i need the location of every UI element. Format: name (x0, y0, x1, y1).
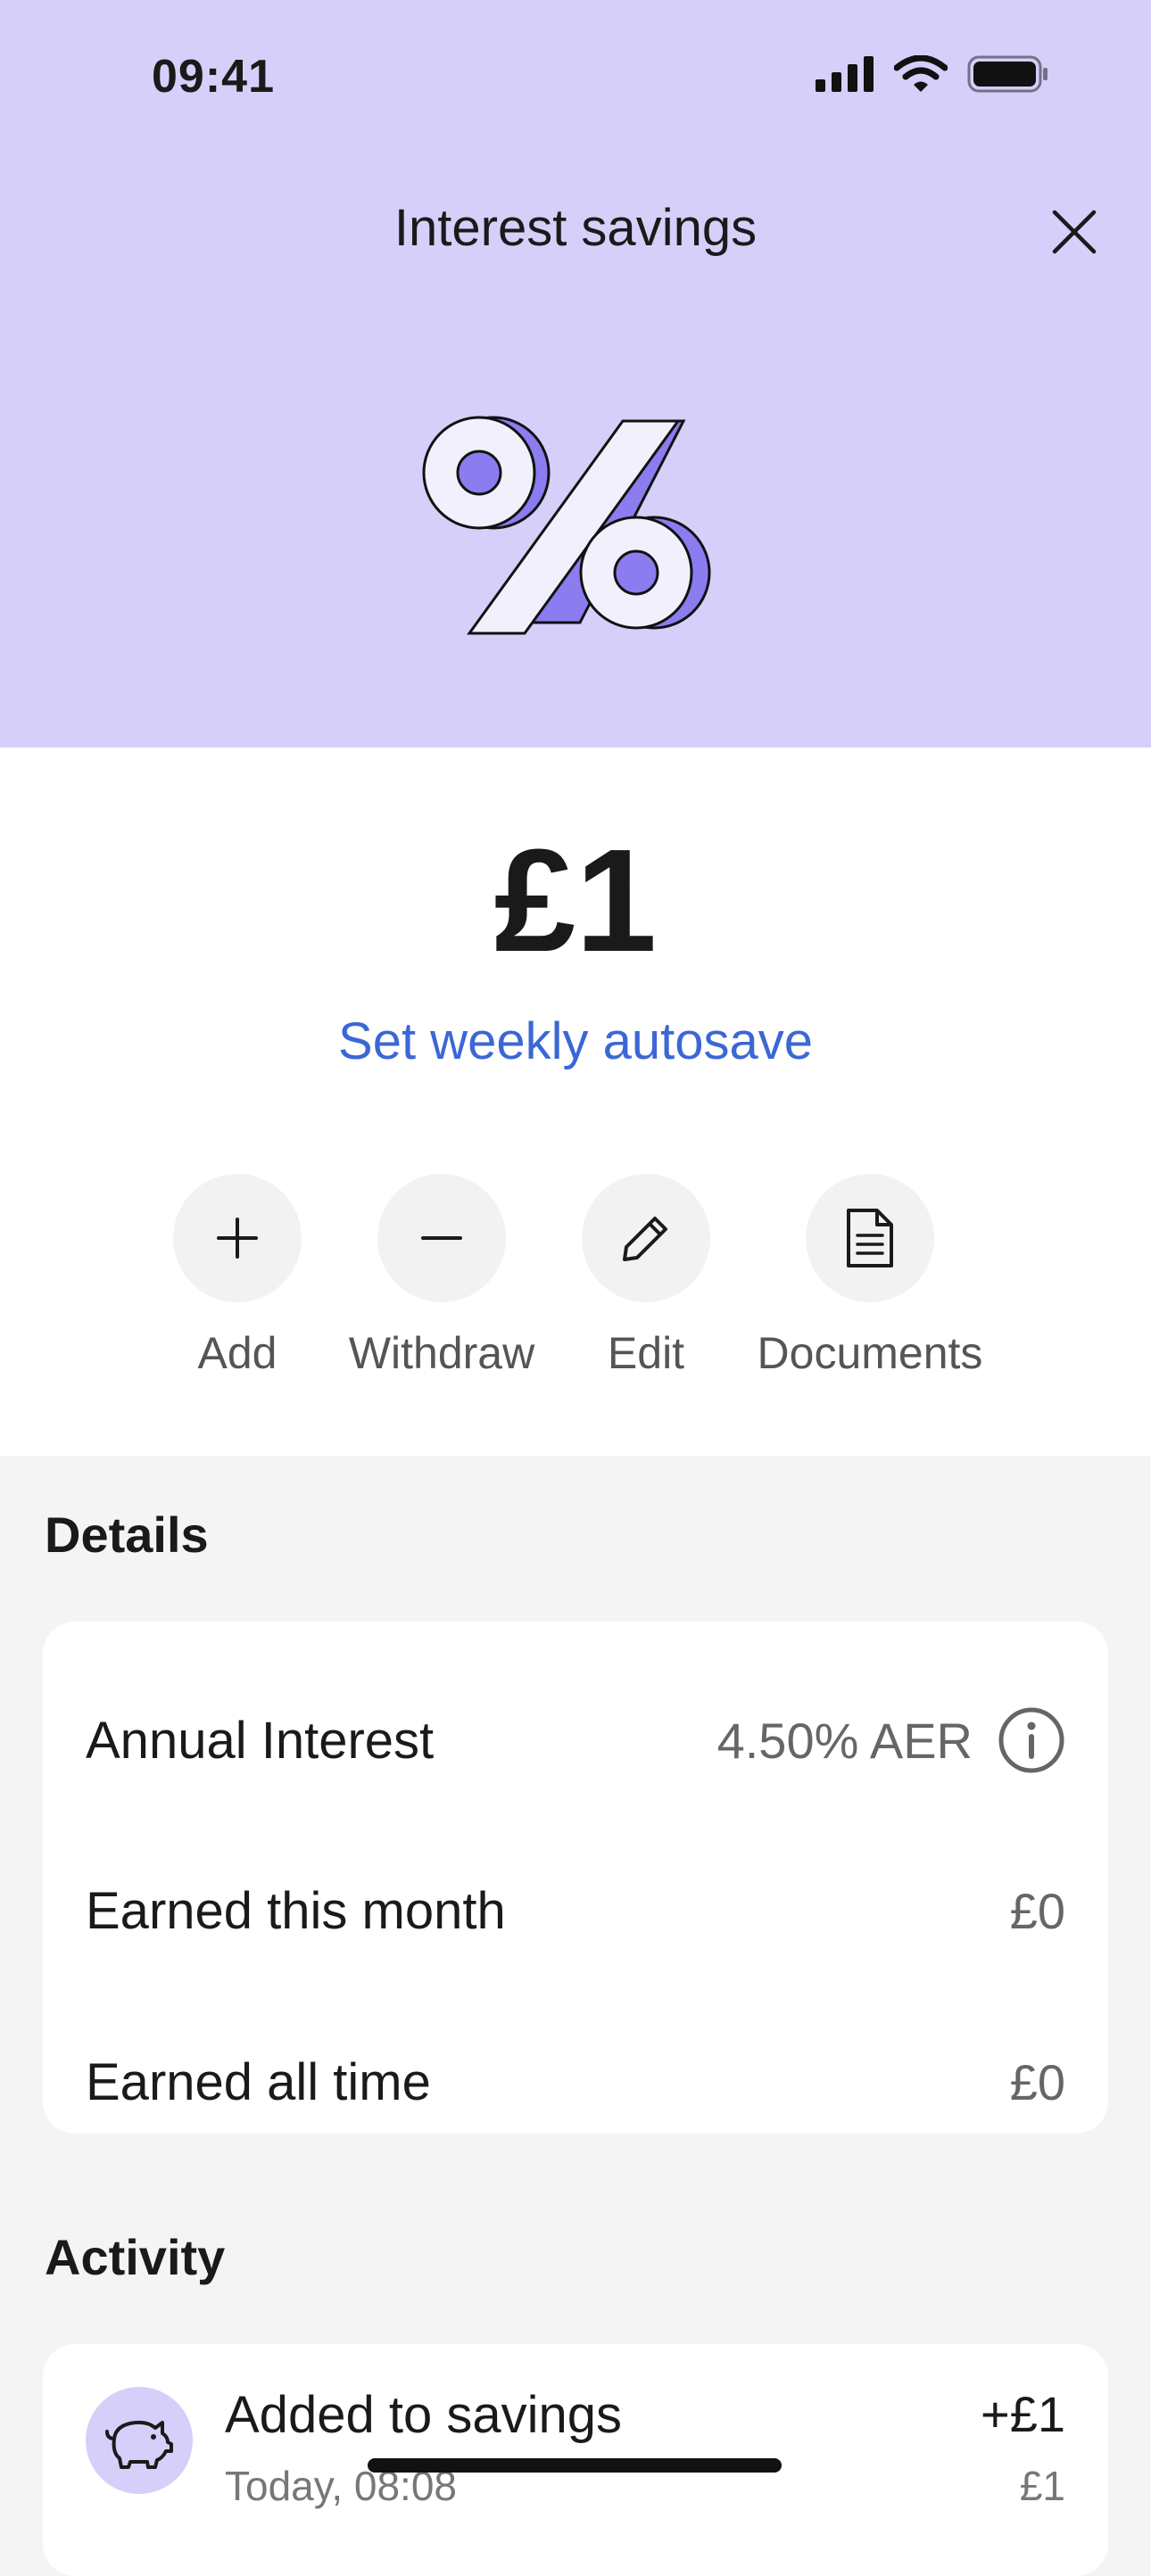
set-weekly-autosave-link[interactable]: Set weekly autosave (0, 1011, 1151, 1071)
earned-this-month-label: Earned this month (86, 1881, 506, 1940)
info-icon[interactable] (998, 1706, 1065, 1774)
annual-interest-value-group: 4.50% AER (717, 1706, 1065, 1774)
activity-heading: Activity (45, 2229, 226, 2285)
earned-all-time-row: Earned all time £0 (86, 2046, 1065, 2118)
activity-amount: +£1 (981, 2386, 1065, 2442)
balance-amount: £1 (493, 819, 658, 982)
documents-button[interactable]: Documents (754, 1174, 986, 1379)
piggy-bank-icon (105, 2420, 173, 2469)
annual-interest-row: Annual Interest 4.50% AER (86, 1705, 1065, 1776)
earned-this-month-row: Earned this month £0 (86, 1875, 1065, 1946)
activity-avatar (86, 2387, 193, 2494)
earned-all-time-label: Earned all time (86, 2052, 431, 2111)
details-heading: Details (45, 1507, 209, 1563)
add-label: Add (197, 1328, 277, 1378)
documents-label: Documents (757, 1328, 983, 1378)
edit-label: Edit (607, 1328, 685, 1378)
home-indicator (368, 2458, 782, 2473)
close-icon (1052, 210, 1097, 254)
minus-icon (421, 1236, 462, 1240)
header-hero: 09:41 Interest savings (0, 0, 1151, 747)
status-icons (816, 55, 1049, 93)
cellular-signal-icon (816, 56, 874, 92)
percent-icon (422, 416, 711, 635)
add-button-circle (173, 1174, 302, 1302)
close-button[interactable] (1049, 207, 1099, 257)
withdraw-button[interactable]: Withdraw (326, 1174, 558, 1379)
status-time: 09:41 (152, 51, 275, 103)
earned-all-time-value: £0 (1009, 2053, 1065, 2110)
pencil-icon (623, 1217, 667, 1261)
withdraw-label: Withdraw (348, 1328, 535, 1378)
activity-balance: £1 (1019, 2463, 1065, 2509)
edit-button-circle (582, 1174, 710, 1302)
add-button[interactable]: Add (121, 1174, 353, 1379)
annual-interest-label: Annual Interest (86, 1711, 435, 1770)
withdraw-button-circle (377, 1174, 506, 1302)
document-icon (847, 1209, 893, 1267)
annual-interest-value: 4.50% AER (716, 1712, 973, 1769)
earned-this-month-value: £0 (1009, 1882, 1065, 1939)
wifi-icon (894, 55, 948, 92)
edit-button[interactable]: Edit (530, 1174, 762, 1379)
page-title: Interest savings (393, 199, 758, 257)
details-card: Annual Interest 4.50% AER Earned this mo… (43, 1622, 1108, 2134)
balance-section: £1 Set weekly autosave Add Withdraw Edit (0, 747, 1151, 1456)
documents-button-circle (806, 1174, 934, 1302)
activity-title: Added to savings (225, 2386, 622, 2444)
plus-icon (217, 1218, 258, 1259)
battery-icon (967, 55, 1047, 93)
